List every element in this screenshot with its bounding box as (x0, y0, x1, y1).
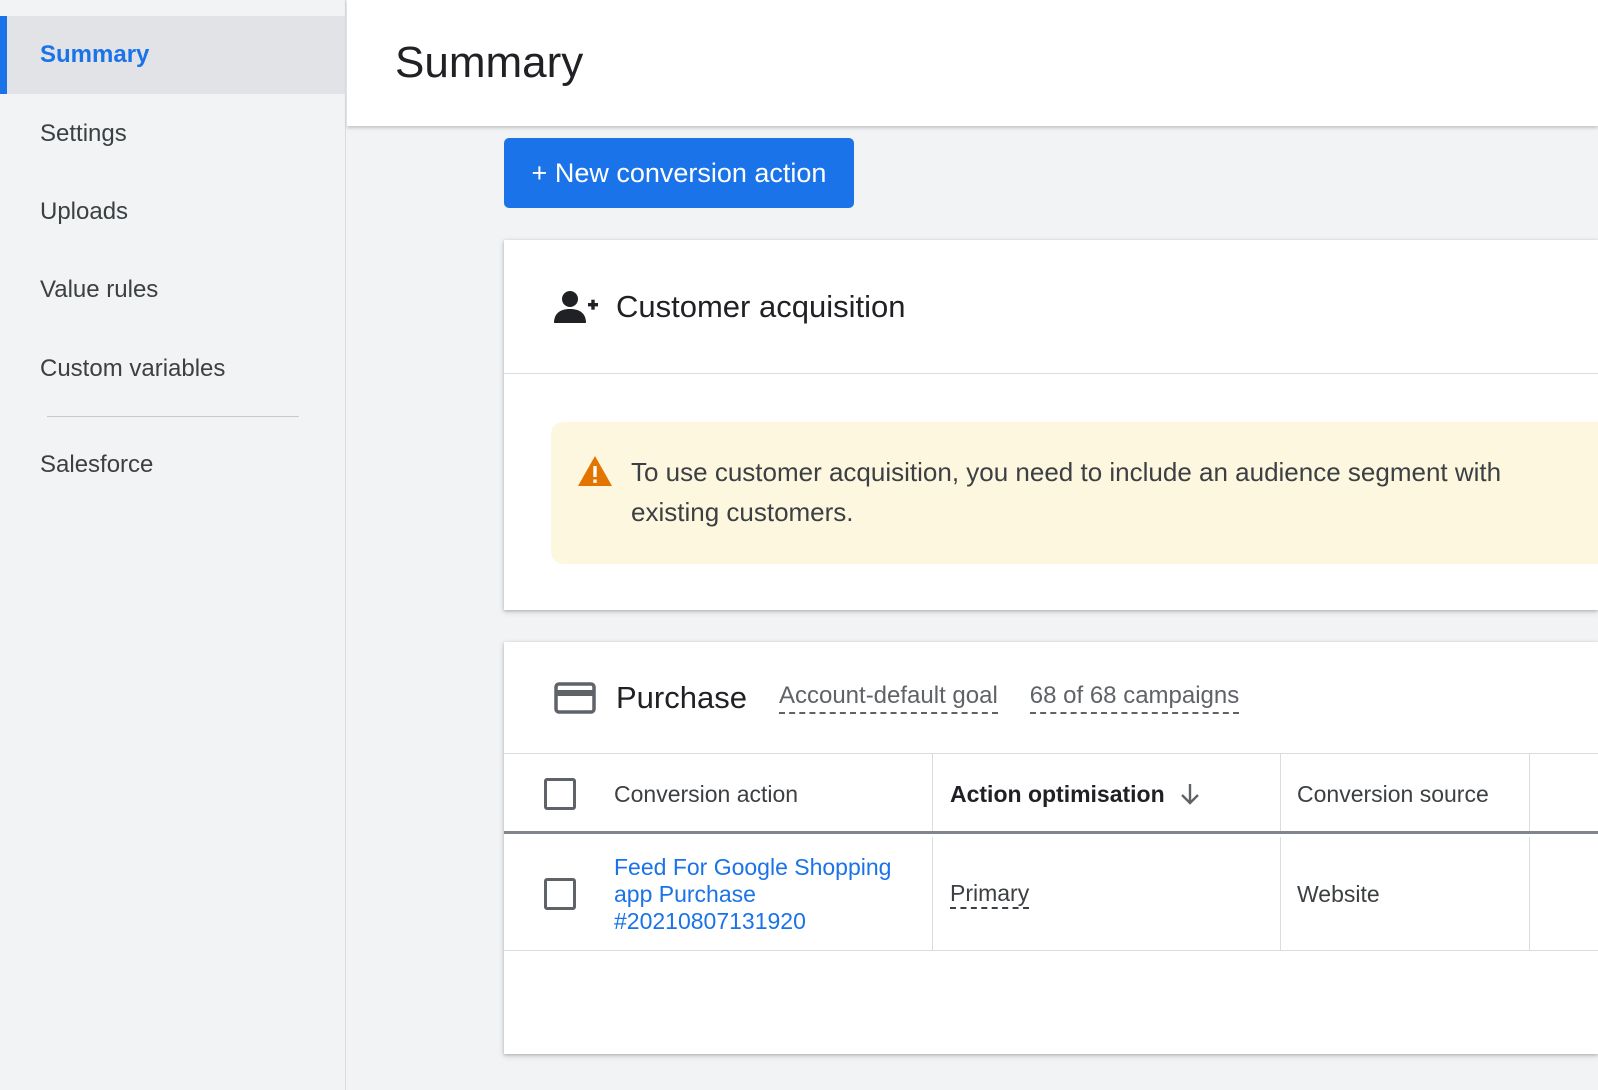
sidebar-item-label: Custom variables (40, 355, 226, 382)
optimisation-value[interactable]: Primary (950, 880, 1030, 909)
select-all-checkbox[interactable] (544, 778, 576, 810)
conversion-action-link[interactable]: Feed For Google Shopping app Purchase #2… (614, 854, 914, 935)
column-separator (932, 837, 933, 950)
column-separator (1529, 837, 1530, 950)
column-separator (1529, 754, 1530, 831)
sidebar-item-custom-variables[interactable]: Custom variables (0, 330, 346, 408)
goal-link[interactable]: Account-default goal (778, 682, 998, 714)
column-header-conversion-source[interactable]: Conversion source (1297, 754, 1489, 834)
column-separator (1280, 754, 1281, 831)
sidebar: Summary Settings Uploads Value rules Cus… (0, 0, 346, 1090)
conversion-source-cell: Website (1297, 837, 1380, 951)
sidebar-item-label: Uploads (40, 198, 129, 225)
column-header-action-optimisation[interactable]: Action optimisation (950, 754, 1201, 834)
sidebar-item-label: Salesforce (40, 451, 154, 478)
sidebar-item-settings[interactable]: Settings (0, 95, 346, 173)
person-add-icon (554, 290, 598, 323)
card-title: Customer acquisition (616, 288, 906, 324)
new-conversion-action-button[interactable]: + New conversion action (504, 138, 854, 208)
table-header: Conversion action Action optimisation Co… (504, 754, 1598, 834)
sidebar-item-label: Summary (40, 41, 150, 68)
column-header-conversion-action[interactable]: Conversion action (614, 754, 798, 834)
purchase-card: Purchase Account-default goal 68 of 68 c… (504, 642, 1598, 1054)
warning-icon (578, 456, 612, 486)
warning-banner: To use customer acquisition, you need to… (551, 422, 1598, 564)
sidebar-item-uploads[interactable]: Uploads (0, 173, 346, 251)
warning-text: To use customer acquisition, you need to… (631, 457, 1502, 527)
card-title: Purchase (616, 679, 747, 715)
sidebar-item-summary[interactable]: Summary (0, 16, 346, 94)
table-row: Feed For Google Shopping app Purchase #2… (504, 837, 1598, 951)
action-optimisation-cell: Primary (950, 837, 1030, 951)
sidebar-item-value-rules[interactable]: Value rules (0, 251, 346, 329)
campaigns-link[interactable]: 68 of 68 campaigns (1029, 682, 1240, 714)
sidebar-item-label: Settings (40, 120, 127, 147)
row-checkbox[interactable] (544, 878, 576, 910)
conversion-source-value: Website (1297, 880, 1380, 907)
customer-acquisition-header: Customer acquisition (504, 240, 1598, 374)
sidebar-item-salesforce[interactable]: Salesforce (0, 426, 346, 504)
sidebar-divider (47, 416, 299, 417)
purchase-header: Purchase Account-default goal 68 of 68 c… (504, 642, 1598, 754)
page-title: Summary (395, 38, 584, 87)
conversion-action-cell: Feed For Google Shopping app Purchase #2… (614, 837, 914, 951)
credit-card-icon (554, 681, 596, 714)
page-header: Summary (347, 0, 1598, 126)
sidebar-item-label: Value rules (40, 276, 159, 303)
customer-acquisition-card: Customer acquisition To use customer acq… (504, 240, 1598, 610)
column-separator (1280, 837, 1281, 950)
column-separator (932, 754, 933, 831)
arrow-down-icon (1180, 784, 1199, 805)
